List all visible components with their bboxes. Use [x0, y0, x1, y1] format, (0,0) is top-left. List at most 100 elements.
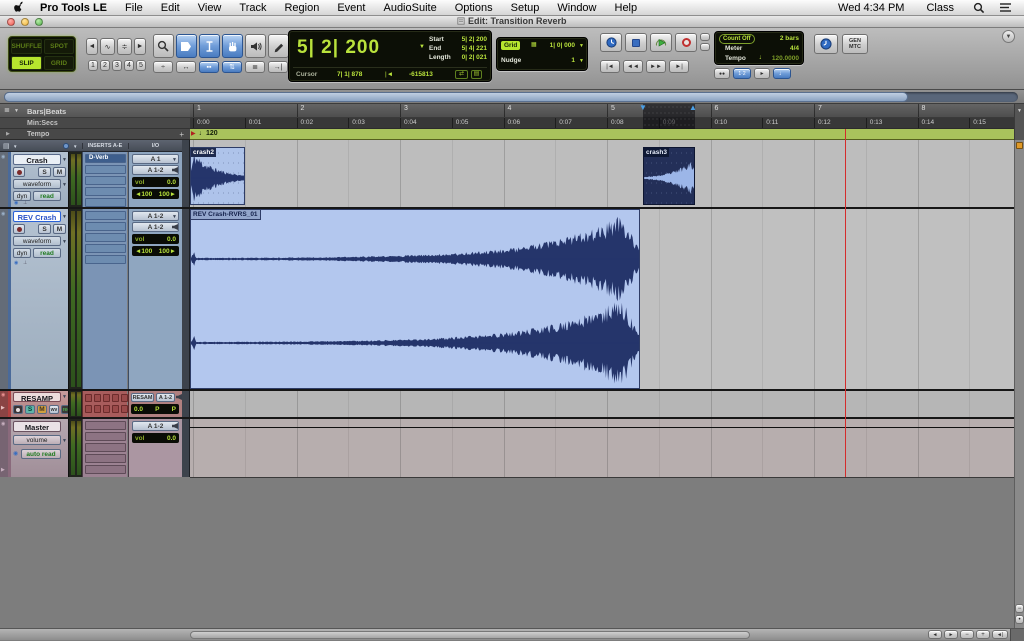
master-volume-automation-line[interactable] [190, 427, 1014, 428]
track-rev-automation-mode[interactable]: read [33, 248, 61, 258]
notification-list-icon[interactable] [995, 2, 1016, 13]
scrubber-tool-button[interactable] [245, 34, 266, 58]
horizontal-scroll-handle[interactable] [190, 631, 750, 639]
toolbar-options-button[interactable]: ▼ [1002, 30, 1015, 43]
menu-region[interactable]: Region [275, 0, 328, 16]
ruler-menu-icon[interactable]: ≣ [4, 106, 10, 114]
zoom-window-button[interactable] [35, 18, 43, 26]
menu-file[interactable]: File [116, 0, 152, 16]
zoomer-tool-button[interactable] [153, 34, 174, 58]
track-crash-view-dropdown-icon[interactable]: ▼ [62, 182, 67, 188]
track-crash-volume-display[interactable]: vol0.0 [132, 177, 179, 187]
track-rev-pan-display[interactable]: ◄100100► [132, 246, 179, 256]
track-resamp-record-button[interactable] [13, 405, 23, 414]
menu-help[interactable]: Help [606, 0, 647, 16]
link-timeline-selection-button[interactable]: ▪▪ [199, 61, 219, 73]
audio-zoom-button[interactable]: ∿ [100, 38, 115, 55]
link-track-selection-button[interactable]: ⇅ [222, 61, 242, 73]
track-crash-name[interactable]: Crash [13, 154, 61, 165]
vertical-zoom-in-button[interactable]: • [1015, 615, 1024, 624]
insert-slot-dverb[interactable]: D-Verb [85, 154, 126, 163]
insert-slot-empty[interactable] [85, 211, 126, 220]
zoom-preset-3[interactable]: 3 [112, 60, 122, 71]
min-secs-ruler[interactable]: 0:000:010:020:030:040:050:060:070:080:09… [190, 118, 1014, 129]
track-crash-voice-icon[interactable]: ◉ [14, 200, 18, 206]
track-list-icon[interactable]: ▤ [3, 142, 10, 150]
track-resamp-name-dropdown-icon[interactable]: ▼ [62, 394, 67, 400]
menu-options[interactable]: Options [446, 0, 502, 16]
track-rev-volume-display[interactable]: vol0.0 [132, 234, 179, 244]
track-header-dropdown-icon[interactable]: ▼ [73, 144, 77, 149]
mode-grid-button[interactable]: GRID [44, 56, 74, 70]
track-rev-voice-icon[interactable]: ◉ [14, 260, 18, 266]
track-master-auto-icon[interactable]: ◉ [13, 450, 18, 457]
grid-value-label[interactable]: Grid [501, 41, 520, 50]
insert-slot-empty[interactable] [85, 394, 92, 402]
insert-slot-empty[interactable] [121, 405, 128, 413]
rewind-button[interactable]: ◄◄ [623, 60, 643, 73]
main-counter-value[interactable]: 5| 2| 200 [297, 37, 380, 59]
mode-spot-button[interactable]: SPOT [44, 39, 74, 54]
zoom-toggle-button[interactable]: ÷ [153, 61, 173, 73]
menu-event[interactable]: Event [328, 0, 374, 16]
transport-mini-1[interactable] [700, 33, 710, 41]
insert-slot-empty[interactable] [85, 454, 126, 463]
insert-slot-empty[interactable] [85, 244, 126, 253]
track-state-icon[interactable]: ◉ [1, 421, 5, 427]
trim-tool-button[interactable] [176, 34, 197, 58]
spotlight-icon[interactable] [967, 2, 991, 14]
nudge-dropdown-icon[interactable]: ▼ [579, 58, 584, 64]
menu-user[interactable]: Class [917, 0, 963, 16]
track-crash-mute-button[interactable]: M [53, 167, 66, 177]
insert-slot-empty[interactable] [112, 405, 119, 413]
track-expand-icon[interactable]: ▶ [1, 467, 5, 473]
insert-slot-empty[interactable] [85, 255, 126, 264]
selection-length-value[interactable]: 0| 2| 021 [449, 54, 487, 61]
scroll-home-button[interactable]: ◄| [992, 630, 1008, 639]
menu-window[interactable]: Window [548, 0, 605, 16]
gen-mtc-button[interactable]: GEN MTC [842, 34, 868, 54]
track-rev-input-selector[interactable]: A 1-2 [132, 222, 179, 232]
h-zoom-in-button[interactable]: + [976, 630, 990, 639]
insert-slot-empty[interactable] [85, 465, 126, 474]
go-to-end-button[interactable]: ►| [669, 60, 689, 73]
track-crash-output-dropdown-icon[interactable]: ▼ [172, 157, 177, 163]
track-crash-solo-button[interactable]: S [38, 167, 51, 177]
mode-slip-button[interactable]: SLIP [11, 56, 42, 70]
timeline-selection[interactable] [643, 104, 695, 129]
track-master-output-selector[interactable]: A 1-2 [132, 421, 179, 431]
track-rev-name-dropdown-icon[interactable]: ▼ [62, 214, 67, 220]
grid-dropdown-icon[interactable]: ▼ [579, 43, 584, 49]
track-rev-record-button[interactable] [13, 224, 25, 234]
track-rev-view-selector[interactable]: waveform [13, 236, 61, 246]
window-resize-corner[interactable] [1010, 629, 1024, 641]
mode-shuffle-button[interactable]: SHUFFLE [11, 39, 42, 54]
tempo-marker-value[interactable]: ♩120 [199, 130, 218, 137]
track-crash-name-dropdown-icon[interactable]: ▼ [62, 157, 67, 163]
track-resamp-output-selector[interactable]: RESAM [131, 393, 154, 402]
track-rev-name[interactable]: REV Crash [13, 211, 61, 222]
tempo-ruler-name[interactable]: ▶ Tempo + [0, 129, 190, 140]
h-zoom-out-button[interactable]: − [960, 630, 974, 639]
tempo-label[interactable]: Tempo [725, 55, 746, 62]
insert-slot-empty[interactable] [85, 165, 126, 174]
online-button[interactable] [600, 33, 622, 52]
track-crash-elastic-icon[interactable]: ⊥ [23, 200, 27, 206]
insert-slot-empty[interactable] [85, 405, 92, 413]
insert-slot-empty[interactable] [112, 394, 119, 402]
playhead[interactable] [845, 129, 846, 477]
close-window-button[interactable] [7, 18, 15, 26]
tempo-value[interactable]: 120.0000 [772, 55, 799, 62]
zoom-preset-2[interactable]: 2 [100, 60, 110, 71]
tempo-add-icon[interactable]: + [179, 130, 184, 139]
insert-slot-empty[interactable] [94, 394, 101, 402]
selection-end-value[interactable]: 5| 4| 221 [449, 45, 487, 52]
insert-slot-empty[interactable] [85, 187, 126, 196]
session-time-button[interactable] [814, 34, 838, 54]
app-menu-name[interactable]: Pro Tools LE [31, 2, 116, 14]
tab-to-transient-button[interactable]: ↔ [176, 61, 196, 73]
menu-setup[interactable]: Setup [502, 0, 549, 16]
track-master-volume-display[interactable]: vol0.0 [132, 433, 179, 443]
edit-canvas[interactable]: crash2 crash3 REV Crash-RVRS_01 [190, 140, 1014, 628]
insert-slot-empty[interactable] [121, 394, 128, 402]
